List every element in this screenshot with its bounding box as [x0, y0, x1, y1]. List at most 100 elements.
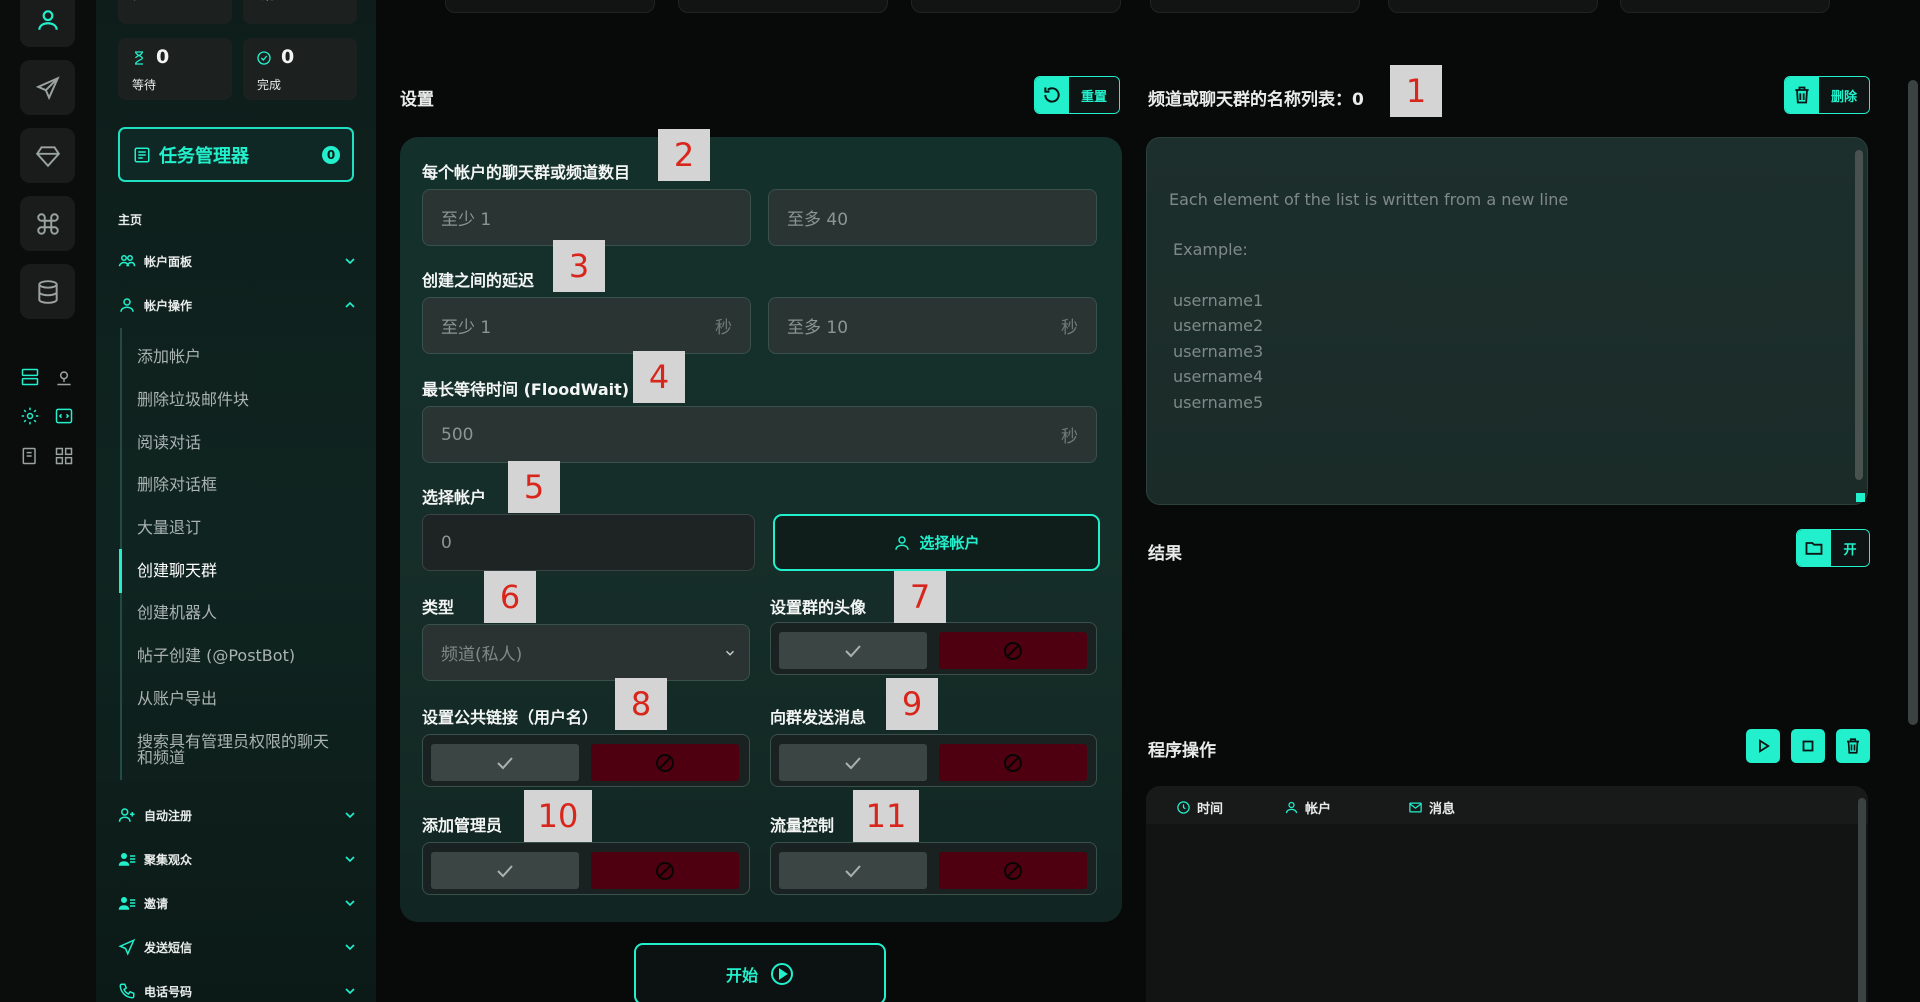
avatar-label: 设置群的头像 — [770, 598, 867, 617]
sub-item-read-dialogs[interactable]: 阅读对话 — [137, 435, 337, 451]
command-icon — [36, 212, 59, 235]
annotation-marker: 5 — [508, 461, 560, 513]
rail-list-button[interactable] — [19, 445, 41, 467]
channel-list-textarea[interactable]: Each element of the list is written from… — [1146, 137, 1868, 505]
public-link-no-button[interactable] — [591, 744, 739, 781]
sidebar-group-send-sms[interactable]: 发送短信 — [118, 936, 358, 958]
sub-item-mass-unsubscribe[interactable]: 大量退订 — [137, 520, 337, 536]
ops-play-button[interactable] — [1746, 729, 1780, 763]
start-button[interactable]: 开始 — [634, 943, 886, 1002]
rail-send-button[interactable] — [20, 60, 75, 115]
select-accounts-button[interactable]: 选择帐户 — [773, 514, 1100, 571]
avatar-yes-button[interactable] — [779, 632, 927, 669]
sidebar-group-account-panel[interactable]: 帐户面板 — [118, 250, 358, 272]
resize-grip[interactable] — [1856, 493, 1865, 502]
delay-max-value: 至多 10 — [787, 318, 849, 338]
col-time: 时间 — [1176, 798, 1223, 817]
count-min-input[interactable]: 至少 1 — [422, 189, 751, 246]
ops-scrollbar[interactable] — [1858, 798, 1866, 1002]
sidebar-group-invite[interactable]: 邀请 — [118, 892, 358, 914]
user-icon — [895, 535, 910, 550]
sub-item-delete-dialogs[interactable]: 删除对话框 — [137, 477, 337, 493]
annotation-marker: 1 — [1390, 65, 1442, 117]
add-admin-no-button[interactable] — [591, 852, 739, 889]
reset-button[interactable]: 重置 — [1034, 76, 1120, 114]
avatar-no-button[interactable] — [939, 632, 1087, 669]
sub-item-post-creation[interactable]: 帖子创建 (@PostBot) — [137, 648, 337, 664]
type-label: 类型 — [422, 598, 455, 617]
placeholder-line: username2 — [1173, 316, 1264, 335]
sub-item-remove-spam-block[interactable]: 删除垃圾邮件块 — [137, 392, 337, 408]
task-manager-button[interactable]: 任务管理器 0 — [118, 127, 354, 182]
flow-control-no-button[interactable] — [939, 852, 1087, 889]
page-scrollbar[interactable] — [1908, 80, 1918, 725]
delete-list-button[interactable]: 删除 — [1784, 76, 1870, 114]
top-card — [1620, 0, 1830, 13]
sub-item-export-accounts[interactable]: 从账户导出 — [137, 691, 337, 707]
seconds-suffix: 秒 — [715, 318, 732, 338]
folder-icon — [1805, 542, 1823, 555]
placeholder-line: username1 — [1173, 291, 1264, 310]
check-circle-icon — [257, 51, 271, 65]
placeholder-line: Example: — [1173, 240, 1248, 259]
public-link-yes-button[interactable] — [431, 744, 579, 781]
sub-item-create-chat-group[interactable]: 创建聊天群 — [137, 563, 337, 579]
sidebar-group-label: 聚集观众 — [144, 852, 193, 867]
sidebar-group-gather-audience[interactable]: 聚集观众 — [118, 848, 358, 870]
user-icon — [37, 9, 58, 30]
chevron-down-icon — [345, 856, 355, 863]
rail-location-button[interactable] — [53, 366, 75, 388]
rail-database-button[interactable] — [20, 264, 75, 319]
public-link-toggle — [422, 734, 750, 787]
rail-settings-button[interactable] — [19, 405, 41, 427]
rail-diamond-button[interactable] — [20, 128, 75, 183]
sidebar-group-phone-numbers[interactable]: 电话号码 — [118, 980, 358, 1002]
sidebar-group-auto-register[interactable]: 自动注册 — [118, 804, 358, 826]
rail-server-button[interactable] — [19, 366, 41, 388]
rail-grid-button[interactable] — [53, 445, 75, 467]
send-message-no-button[interactable] — [939, 744, 1087, 781]
ops-table-header: 时间 帐户 消息 — [1146, 786, 1868, 824]
type-select[interactable]: 频道(私人) — [422, 624, 750, 681]
check-icon — [497, 756, 513, 769]
delay-min-value: 至少 1 — [441, 318, 492, 338]
ops-stop-button[interactable] — [1791, 729, 1825, 763]
stat-label: 任务 — [132, 0, 156, 3]
floodwait-input[interactable]: 500 秒 — [422, 406, 1097, 463]
ban-icon — [1004, 641, 1022, 660]
task-manager-count: 0 — [322, 146, 340, 164]
trash-icon — [1847, 738, 1859, 754]
col-time-label: 时间 — [1197, 802, 1224, 817]
col-account-label: 帐户 — [1305, 802, 1332, 817]
count-max-input[interactable]: 至多 40 — [768, 189, 1097, 246]
flow-control-yes-button[interactable] — [779, 852, 927, 889]
trash-icon — [1795, 86, 1809, 104]
send-message-yes-button[interactable] — [779, 744, 927, 781]
sidebar-group-account-ops[interactable]: 帐户操作 — [118, 294, 358, 316]
phone-icon — [119, 983, 135, 999]
stop-icon — [1802, 740, 1814, 752]
task-manager-icon — [134, 147, 150, 162]
hourglass-icon — [135, 51, 144, 65]
ops-clear-button[interactable] — [1836, 729, 1870, 763]
annotation-marker: 8 — [615, 678, 667, 730]
delay-max-input[interactable]: 至多 10 秒 — [768, 297, 1097, 354]
user-list-icon — [118, 897, 136, 910]
rail-command-button[interactable] — [20, 196, 75, 251]
sub-item-add-account[interactable]: 添加帐户 — [137, 349, 337, 365]
add-admin-yes-button[interactable] — [431, 852, 579, 889]
textarea-scrollbar[interactable] — [1855, 150, 1863, 480]
seconds-suffix: 秒 — [1061, 318, 1078, 338]
ban-icon — [656, 753, 674, 772]
user-icon — [1285, 801, 1298, 814]
col-message: 消息 — [1408, 798, 1455, 817]
rail-code-button[interactable] — [53, 405, 75, 427]
open-results-button[interactable]: 开 — [1796, 529, 1870, 567]
sub-item-search-admin-chats[interactable]: 搜索具有管理员权限的聊天和频道 — [137, 734, 337, 766]
delete-list-label: 删除 — [1819, 77, 1869, 113]
sidebar-group-label: 帐户面板 — [144, 254, 193, 269]
rail-accounts-button[interactable] — [20, 0, 75, 47]
sub-item-create-bot[interactable]: 创建机器人 — [137, 605, 337, 621]
delay-min-input[interactable]: 至少 1 秒 — [422, 297, 751, 354]
top-card — [678, 0, 888, 13]
